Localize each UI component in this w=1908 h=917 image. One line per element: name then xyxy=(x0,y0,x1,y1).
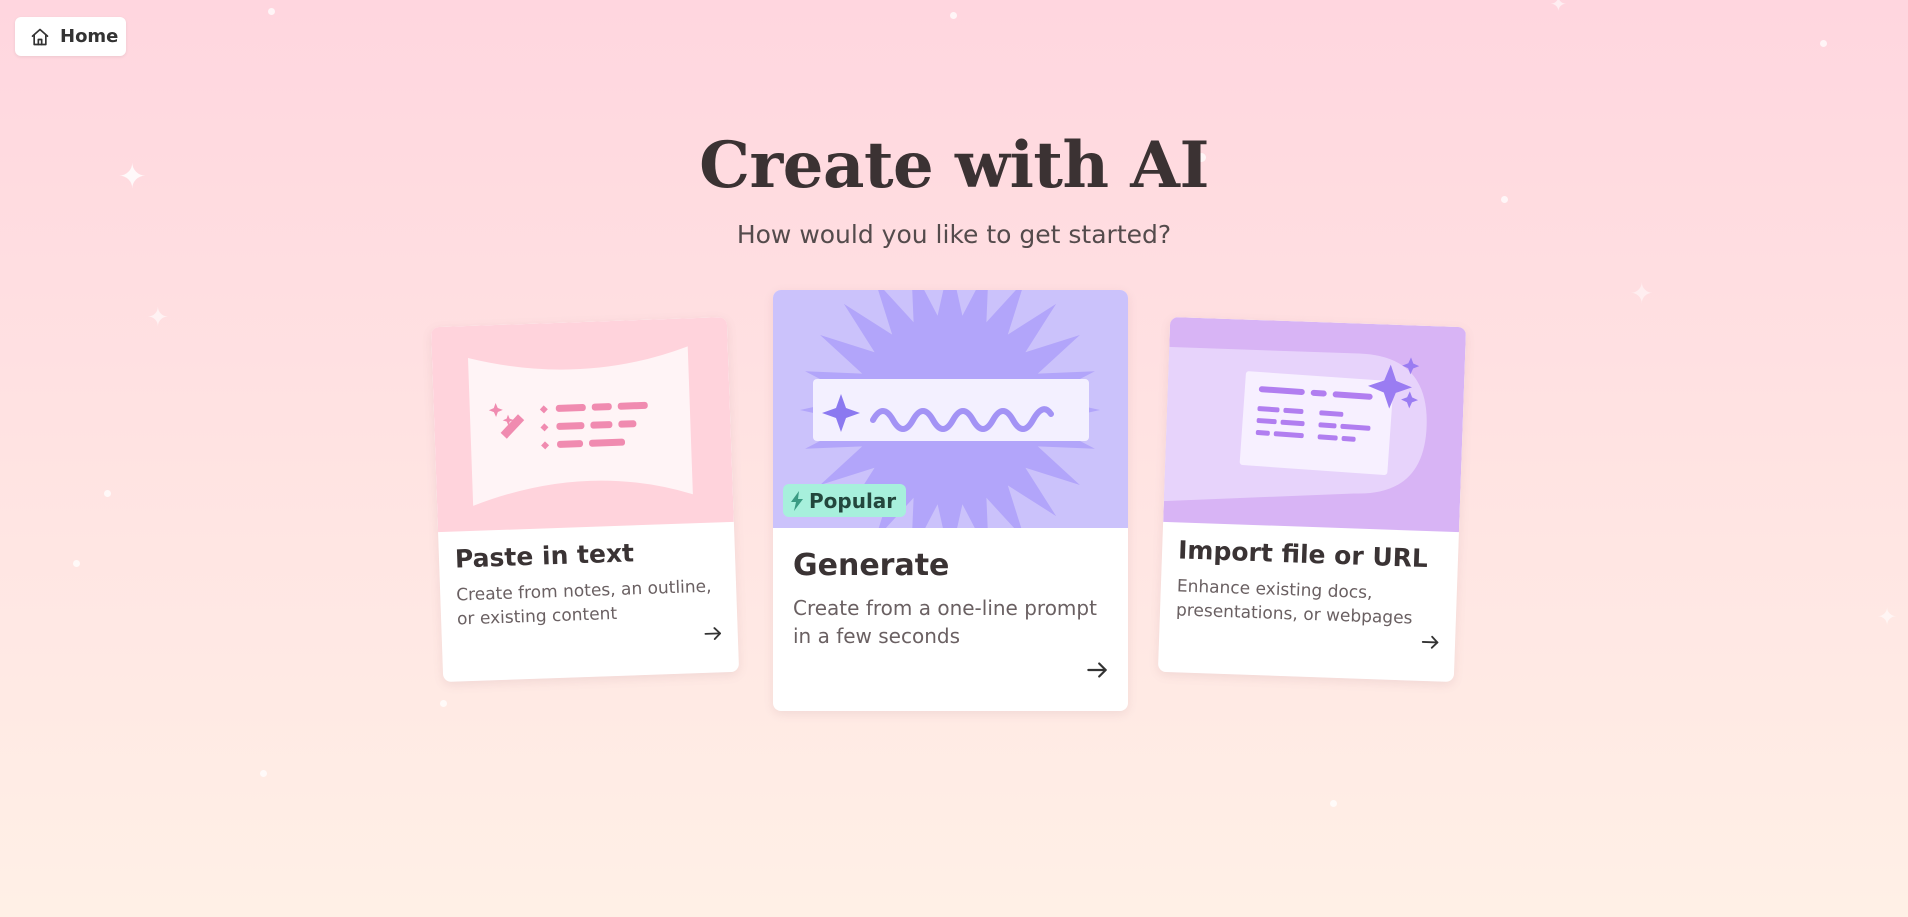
card-description: Enhance existing docs, presentations, or… xyxy=(1175,576,1413,629)
dot xyxy=(1820,40,1827,47)
card-title: Paste in text xyxy=(454,538,635,574)
arrow-right-icon xyxy=(1084,657,1110,687)
card-title: Import file or URL xyxy=(1177,535,1429,574)
import-file-or-url-card[interactable]: Import file or URL Enhance existing docs… xyxy=(1157,316,1467,683)
home-button[interactable]: Home xyxy=(15,17,126,56)
dot xyxy=(950,12,957,19)
generate-card[interactable]: Popular Generate Create from a one-line … xyxy=(773,290,1128,711)
card-description: Create from notes, an outline, or existi… xyxy=(455,576,712,630)
paste-illustration xyxy=(430,316,734,533)
dot xyxy=(260,770,267,777)
popular-badge-label: Popular xyxy=(809,488,897,513)
popular-badge: Popular xyxy=(783,484,907,517)
home-icon xyxy=(30,27,50,47)
card-description: Create from a one-line prompt in a few s… xyxy=(793,596,1097,648)
dot xyxy=(440,700,447,707)
sparkle-icon: ✦ xyxy=(1550,0,1567,16)
dot xyxy=(73,560,80,567)
home-button-label: Home xyxy=(60,26,119,47)
import-illustration xyxy=(1157,316,1467,533)
dot xyxy=(268,8,275,15)
dot xyxy=(1330,800,1337,807)
page-subtitle: How would you like to get started? xyxy=(736,220,1172,249)
dot xyxy=(104,490,111,497)
paste-in-text-card[interactable]: Paste in text Create from notes, an outl… xyxy=(430,316,740,683)
arrow-right-icon xyxy=(701,622,724,649)
sparkle-icon: ✦ xyxy=(1877,603,1898,631)
arrow-right-icon xyxy=(1419,631,1442,658)
sparkle-icon: ✦ xyxy=(1630,277,1654,310)
page-title: Create with AI xyxy=(699,128,1209,203)
card-title: Generate xyxy=(793,548,950,583)
lightning-icon xyxy=(789,490,805,511)
sparkle-icon: ✦ xyxy=(147,303,169,333)
